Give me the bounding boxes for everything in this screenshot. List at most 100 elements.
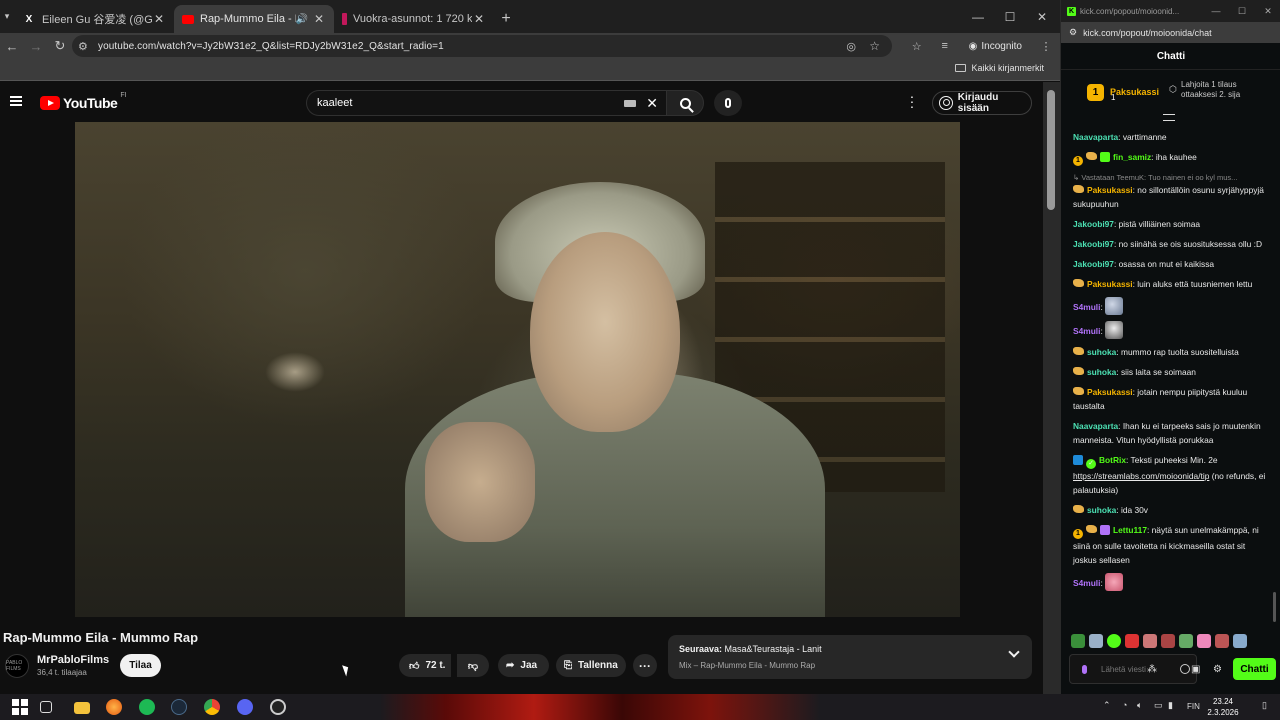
emote-2[interactable] bbox=[1089, 634, 1103, 648]
keyboard-icon[interactable] bbox=[624, 100, 636, 107]
chat-username[interactable]: S4muli bbox=[1073, 302, 1100, 312]
store-icon[interactable]: ▣ bbox=[1191, 664, 1200, 675]
steam-icon[interactable] bbox=[171, 699, 187, 715]
emote-6[interactable] bbox=[1161, 634, 1175, 648]
emote-1[interactable] bbox=[1071, 634, 1085, 648]
discord-icon[interactable] bbox=[237, 699, 253, 715]
more-actions-button[interactable]: ··· bbox=[633, 654, 657, 677]
emote-5[interactable] bbox=[1143, 634, 1157, 648]
close-icon[interactable]: ✕ bbox=[472, 12, 486, 26]
emote-3[interactable] bbox=[1107, 634, 1121, 648]
voice-search-button[interactable] bbox=[714, 90, 742, 116]
spotify-icon[interactable] bbox=[139, 699, 155, 715]
forward-icon[interactable]: → bbox=[24, 39, 48, 54]
gold-badge-icon[interactable]: 1 bbox=[1073, 529, 1083, 539]
chat-username[interactable]: Lettu117 bbox=[1113, 525, 1147, 535]
incognito-indicator[interactable]: ◉ Incognito bbox=[959, 41, 1032, 52]
chat-username[interactable]: Naavaparta bbox=[1073, 132, 1118, 142]
top-gifter-banner[interactable]: 1 Paksukassi 1 Lahjoita 1 tilaus ottaaks… bbox=[1061, 72, 1271, 112]
chat-username[interactable]: S4muli bbox=[1073, 326, 1100, 336]
tray-app-icon[interactable]: ◔ bbox=[1122, 700, 1127, 710]
chat-username[interactable]: suhoka bbox=[1087, 505, 1116, 515]
chat-username[interactable]: Jakoobi97 bbox=[1073, 259, 1114, 269]
tab-vuokra-asunnot[interactable]: Vuokra-asunnot: 1 720 kpl - Vu ✕ bbox=[334, 5, 494, 33]
video-player[interactable] bbox=[75, 122, 960, 617]
chat-username[interactable]: Paksukassi bbox=[1087, 185, 1133, 195]
emote-10[interactable] bbox=[1233, 634, 1247, 648]
chat-username[interactable]: Paksukassi bbox=[1087, 279, 1133, 289]
hand-badge-icon[interactable] bbox=[1073, 347, 1084, 355]
tray-overflow-icon[interactable]: ⌃ bbox=[1103, 700, 1111, 711]
chat-username[interactable]: suhoka bbox=[1087, 347, 1116, 357]
chevron-down-icon[interactable] bbox=[1008, 646, 1020, 658]
tab-youtube[interactable]: Rap-Mummo Eila - Mummo 🔊 ✕ bbox=[174, 5, 334, 33]
volume-icon[interactable]: 🔈︎ bbox=[1137, 700, 1142, 711]
chat-input[interactable]: Lähetä viesti bbox=[1069, 654, 1197, 684]
settings-gear-icon[interactable]: ⚙ bbox=[1213, 664, 1222, 675]
media-controls-icon[interactable]: ≡ bbox=[931, 40, 959, 52]
close-icon[interactable]: ✕ bbox=[312, 12, 326, 26]
send-chat-button[interactable]: Chatti bbox=[1233, 658, 1276, 680]
dislike-button[interactable]: 👎︎ bbox=[457, 654, 489, 677]
chat-link[interactable]: https://streamlabs.com/moioonida/tip bbox=[1073, 471, 1209, 481]
maximize-icon[interactable]: ☐ bbox=[994, 10, 1026, 24]
tab-eileen-gu[interactable]: X Eileen Gu 谷爱凌 (@GoEileenGu ✕ bbox=[14, 5, 174, 33]
chat-username[interactable]: Jakoobi97 bbox=[1073, 219, 1114, 229]
hand-badge-icon[interactable] bbox=[1073, 185, 1084, 193]
search-button[interactable] bbox=[666, 90, 704, 116]
minimize-icon[interactable]: — bbox=[1203, 6, 1229, 17]
chat-username[interactable]: Jakoobi97 bbox=[1073, 239, 1114, 249]
tab-search-icon[interactable]: ▾ bbox=[0, 0, 14, 33]
close-window-icon[interactable]: ✕ bbox=[1026, 10, 1058, 24]
file-explorer-icon[interactable] bbox=[74, 702, 90, 714]
notifications-icon[interactable]: ▯ bbox=[1262, 700, 1267, 711]
channel-avatar[interactable]: PABLO FILMS bbox=[5, 654, 29, 678]
menu-kebab-icon[interactable]: ⋮ bbox=[1032, 40, 1060, 53]
like-button[interactable]: 👍︎ 72 t. bbox=[399, 654, 451, 677]
chat-username[interactable]: Paksukassi bbox=[1087, 387, 1133, 397]
reload-icon[interactable]: ↻ bbox=[48, 38, 72, 54]
firefox-icon[interactable] bbox=[106, 699, 122, 715]
eye-off-icon[interactable]: ◎ bbox=[846, 40, 856, 53]
minimize-icon[interactable]: — bbox=[962, 10, 994, 24]
share-button[interactable]: ➦ Jaa bbox=[498, 654, 549, 677]
chat-username[interactable]: BotRix bbox=[1099, 455, 1126, 465]
site-info-icon[interactable]: ⚙ bbox=[1069, 27, 1077, 38]
chat-username[interactable]: fin_samiz bbox=[1113, 152, 1151, 162]
people-icon[interactable]: ⁂ bbox=[1147, 664, 1157, 675]
gold-badge-icon[interactable]: 1 bbox=[1073, 156, 1083, 166]
emoji-icon[interactable] bbox=[1180, 664, 1190, 674]
sign-in-button[interactable]: Kirjaudu sisään bbox=[932, 91, 1032, 115]
mic-icon[interactable] bbox=[1082, 664, 1087, 674]
bookmark-star-icon[interactable]: ☆ bbox=[869, 39, 880, 53]
chat-emote-icon[interactable] bbox=[1105, 321, 1124, 339]
clear-search-icon[interactable]: ✕ bbox=[646, 95, 658, 112]
chat-emote-icon[interactable] bbox=[1105, 297, 1124, 315]
hand-badge-icon[interactable] bbox=[1073, 279, 1084, 287]
chat-username[interactable]: Naavaparta bbox=[1073, 421, 1118, 431]
emote-4[interactable] bbox=[1125, 634, 1139, 648]
chat-emote-icon[interactable] bbox=[1105, 573, 1124, 591]
kick-address-bar[interactable]: ⚙ kick.com/popout/moioonida/chat bbox=[1061, 22, 1280, 43]
all-bookmarks-button[interactable]: Kaikki kirjanmerkit bbox=[955, 63, 1044, 73]
settings-kebab-icon[interactable]: · · · bbox=[908, 89, 916, 113]
maximize-icon[interactable]: ☐ bbox=[1229, 6, 1255, 17]
blue-badge-icon[interactable] bbox=[1073, 455, 1083, 465]
chat-username[interactable]: suhoka bbox=[1087, 367, 1116, 377]
new-tab-button[interactable]: + bbox=[494, 5, 518, 33]
network-icon[interactable]: ▭ bbox=[1154, 700, 1163, 711]
chrome-icon[interactable] bbox=[204, 699, 220, 715]
mic-tray-icon[interactable]: ▮ bbox=[1168, 700, 1173, 711]
bookmarks-star-icon[interactable]: ☆ bbox=[903, 40, 931, 53]
emote-8[interactable] bbox=[1197, 634, 1211, 648]
channel-name[interactable]: MrPabloFilms bbox=[37, 654, 109, 666]
purple-badge-icon[interactable] bbox=[1100, 525, 1110, 535]
close-window-icon[interactable]: ✕ bbox=[1255, 6, 1280, 17]
close-icon[interactable]: ✕ bbox=[152, 12, 166, 26]
search-input[interactable]: kaaleet ✕ bbox=[306, 90, 666, 116]
green-badge-icon[interactable] bbox=[1100, 152, 1110, 162]
chat-scrollbar[interactable] bbox=[1271, 112, 1277, 632]
save-button[interactable]: ⎘ Tallenna bbox=[556, 654, 626, 677]
task-view-icon[interactable] bbox=[40, 701, 52, 713]
hand-badge-icon[interactable] bbox=[1086, 152, 1097, 160]
